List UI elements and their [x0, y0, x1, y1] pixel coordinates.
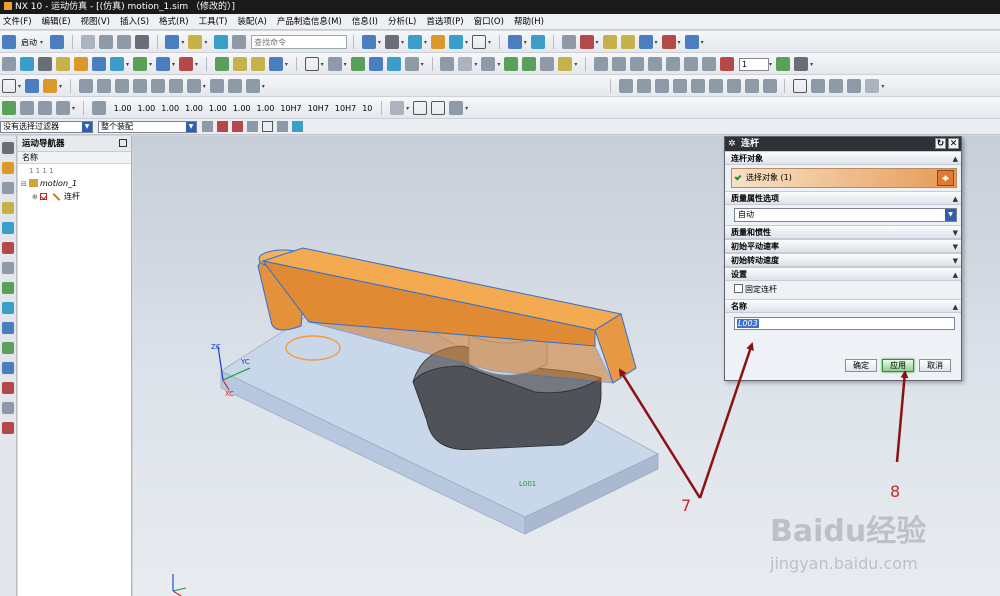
- callout-7-arrow-to-name: [698, 342, 754, 499]
- callout-8: 8: [890, 482, 901, 501]
- callout-7-arrow-to-link: [618, 368, 702, 499]
- watermark-brand: Baidu经验: [770, 514, 927, 549]
- callout-7: 7: [681, 496, 692, 515]
- callout-8-arrow-to-apply: [895, 370, 909, 463]
- watermark-url: jingyan.baidu.com: [770, 554, 918, 573]
